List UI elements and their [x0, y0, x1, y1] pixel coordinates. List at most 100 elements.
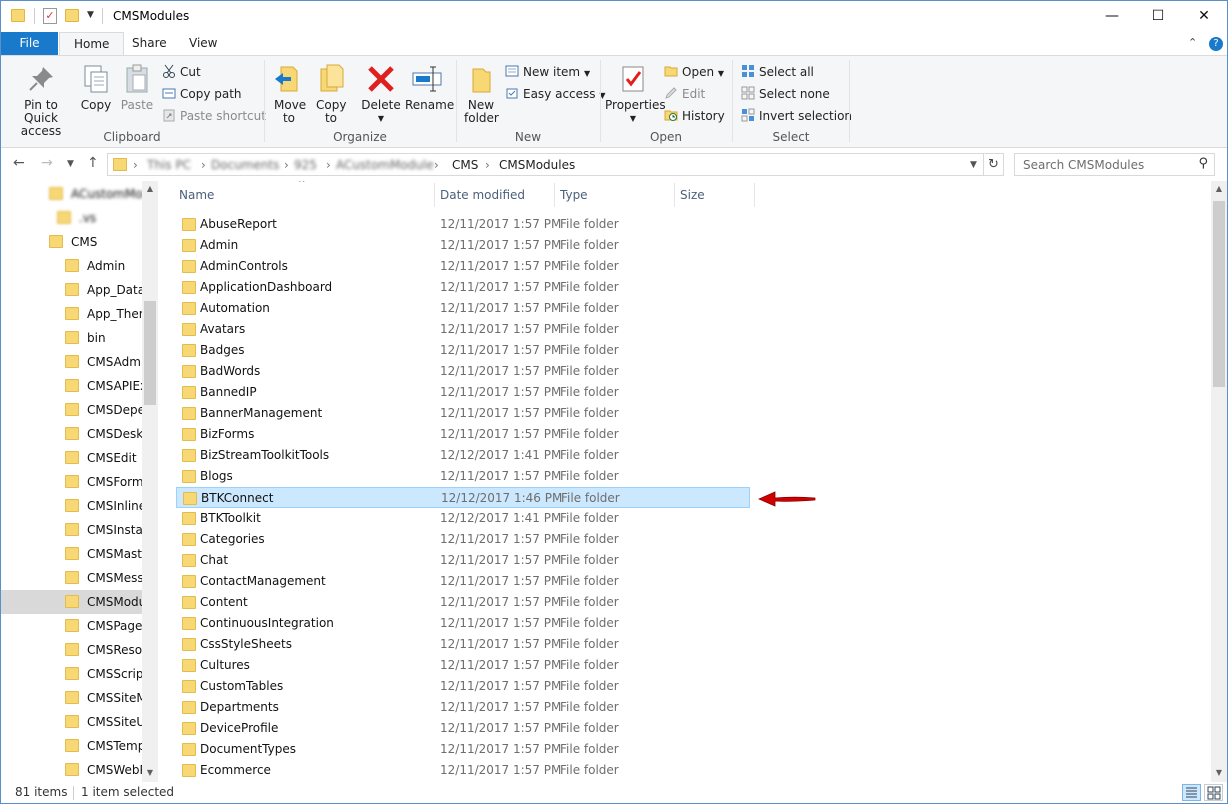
forward-button[interactable]: →	[41, 155, 53, 171]
table-row[interactable]: Blogs 12/11/2017 1:57 PM File folder	[176, 466, 750, 487]
table-row[interactable]: BannedIP 12/11/2017 1:57 PM File folder	[176, 382, 750, 403]
customize-quick-access-icon[interactable]: ▼	[87, 10, 94, 20]
nav-item[interactable]: CMSResources	[1, 638, 142, 662]
breadcrumb-acustommodule[interactable]: ACustomModule	[336, 158, 434, 172]
breadcrumb-cms[interactable]: CMS	[452, 158, 478, 172]
column-header-size[interactable]: Size	[680, 181, 705, 209]
nav-item[interactable]: CMSAdminControls	[1, 350, 142, 374]
table-row[interactable]: Badges 12/11/2017 1:57 PM File folder	[176, 340, 750, 361]
table-row[interactable]: CssStyleSheets 12/11/2017 1:57 PM File fol…	[176, 634, 750, 655]
history-button[interactable]: History	[664, 106, 725, 126]
nav-item[interactable]: Admin	[1, 254, 142, 278]
edit-button[interactable]: Edit	[664, 84, 705, 104]
scroll-down-icon[interactable]: ▼	[1211, 768, 1227, 777]
table-row[interactable]: ContactManagement 12/11/2017 1:57 PM File …	[176, 571, 750, 592]
invert-selection-button[interactable]: Invert selection	[741, 106, 852, 126]
table-row[interactable]: CustomTables 12/11/2017 1:57 PM File folde…	[176, 676, 750, 697]
column-divider[interactable]	[554, 183, 555, 207]
table-row[interactable]: Departments 12/11/2017 1:57 PM File folder	[176, 697, 750, 718]
back-button[interactable]: ←	[13, 155, 25, 171]
file-list-scroll-thumb[interactable]	[1213, 201, 1225, 387]
help-icon[interactable]: ?	[1209, 37, 1223, 51]
nav-item[interactable]: CMSSiteUtils	[1, 710, 142, 734]
properties-button[interactable]: Properties ▼	[605, 63, 666, 125]
column-divider[interactable]	[674, 183, 675, 207]
up-button[interactable]: ↑	[87, 155, 99, 171]
close-button[interactable]: ✕	[1181, 1, 1227, 32]
paste-shortcut-button[interactable]: Paste shortcut	[162, 106, 266, 126]
nav-item[interactable]: CMSAPIExamples	[1, 374, 142, 398]
table-row[interactable]: Admin 12/11/2017 1:57 PM File folder	[176, 235, 750, 256]
copy-to-button[interactable]: Copy to	[313, 63, 349, 125]
nav-item[interactable]: CMSInlineControls	[1, 494, 142, 518]
nav-item[interactable]: CMSMessages	[1, 566, 142, 590]
nav-item[interactable]: CMS	[1, 230, 142, 254]
table-row[interactable]: BizForms 12/11/2017 1:57 PM File folder	[176, 424, 750, 445]
nav-item[interactable]: CMSSiteManager	[1, 686, 142, 710]
table-row[interactable]: BTKConnect 12/12/2017 1:46 PM File folder	[176, 487, 750, 508]
select-none-button[interactable]: Select none	[741, 84, 830, 104]
paste-button[interactable]: Paste	[117, 63, 157, 112]
tab-home[interactable]: Home	[59, 32, 125, 56]
nav-item[interactable]: .vs	[1, 206, 142, 230]
table-row[interactable]: DeviceProfile 12/11/2017 1:57 PM File fold…	[176, 718, 750, 739]
nav-scroll-thumb[interactable]	[144, 301, 156, 405]
column-divider[interactable]	[754, 183, 755, 207]
breadcrumb-cmsmodules[interactable]: CMSModules	[499, 158, 575, 172]
nav-item[interactable]: CMSTemplates	[1, 734, 142, 758]
table-row[interactable]: Automation 12/11/2017 1:57 PM File folder	[176, 298, 750, 319]
nav-item[interactable]: CMSFormControls	[1, 470, 142, 494]
table-row[interactable]: AbuseReport 12/11/2017 1:57 PM File folder	[176, 214, 750, 235]
table-row[interactable]: Avatars 12/11/2017 1:57 PM File folder	[176, 319, 750, 340]
column-header-type[interactable]: Type	[560, 181, 588, 209]
table-row[interactable]: Chat 12/11/2017 1:57 PM File folder	[176, 550, 750, 571]
column-divider[interactable]	[434, 183, 435, 207]
breadcrumb-this-pc[interactable]: This PC	[147, 158, 191, 172]
scroll-up-icon[interactable]: ▲	[1211, 184, 1227, 193]
open-button[interactable]: Open ▼	[664, 62, 724, 82]
tab-file[interactable]: File	[1, 32, 58, 56]
scroll-up-icon[interactable]: ▲	[142, 184, 158, 193]
cut-button[interactable]: Cut	[162, 62, 201, 82]
table-row[interactable]: Cultures 12/11/2017 1:57 PM File folder	[176, 655, 750, 676]
recent-locations-icon[interactable]: ▼	[67, 159, 74, 169]
breadcrumb-925[interactable]: 925	[294, 158, 317, 172]
rename-button[interactable]: Rename	[405, 63, 454, 112]
details-view-button[interactable]	[1182, 784, 1201, 801]
delete-button[interactable]: Delete ▼	[361, 63, 401, 125]
refresh-button[interactable]: ↻	[984, 153, 1004, 176]
select-all-button[interactable]: Select all	[741, 62, 814, 82]
new-folder-button[interactable]: New folder	[461, 63, 501, 125]
table-row[interactable]: Ecommerce 12/11/2017 1:57 PM File folder	[176, 760, 750, 781]
nav-item[interactable]: CMSWebParts	[1, 758, 142, 782]
tab-view[interactable]: View	[175, 32, 231, 56]
address-bar[interactable]: › This PC › Documents › 925 › ACustomMod…	[107, 153, 984, 176]
table-row[interactable]: BannerManagement 12/11/2017 1:57 PM File f…	[176, 403, 750, 424]
properties-quick-icon[interactable]: ✓	[43, 8, 57, 24]
easy-access-button[interactable]: Easy access ▼	[505, 84, 606, 104]
move-to-button[interactable]: Move to	[271, 63, 307, 125]
table-row[interactable]: BTKToolkit 12/12/2017 1:41 PM File folder	[176, 508, 750, 529]
pin-quick-access-button[interactable]: Pin to Quick access	[5, 63, 77, 138]
nav-item[interactable]: ACustomModu	[1, 182, 142, 206]
copy-button[interactable]: Copy	[77, 63, 115, 112]
nav-item[interactable]: CMSMasterPages	[1, 542, 142, 566]
nav-scrollbar[interactable]: ▲ ▼	[142, 181, 158, 782]
new-item-button[interactable]: New item ▼	[505, 62, 590, 82]
tab-share[interactable]: Share	[118, 32, 181, 56]
collapse-ribbon-icon[interactable]: ⌃	[1188, 36, 1197, 49]
column-header-date[interactable]: Date modified	[440, 181, 525, 209]
nav-item[interactable]: CMSPages	[1, 614, 142, 638]
large-icons-view-button[interactable]	[1204, 784, 1223, 801]
nav-item[interactable]: CMSEdit	[1, 446, 142, 470]
table-row[interactable]: DocumentTypes 12/11/2017 1:57 PM File fold…	[176, 739, 750, 760]
nav-item[interactable]: CMSDesk	[1, 422, 142, 446]
nav-item[interactable]: App_Data	[1, 278, 142, 302]
address-dropdown-icon[interactable]: ▼	[970, 160, 977, 170]
search-box[interactable]: Search CMSModules ⚲	[1014, 153, 1215, 176]
nav-item[interactable]: App_Themes	[1, 302, 142, 326]
nav-item[interactable]: CMSDependencies	[1, 398, 142, 422]
scroll-down-icon[interactable]: ▼	[142, 768, 158, 777]
table-row[interactable]: Content 12/11/2017 1:57 PM File folder	[176, 592, 750, 613]
new-folder-quick-icon[interactable]	[65, 9, 79, 22]
